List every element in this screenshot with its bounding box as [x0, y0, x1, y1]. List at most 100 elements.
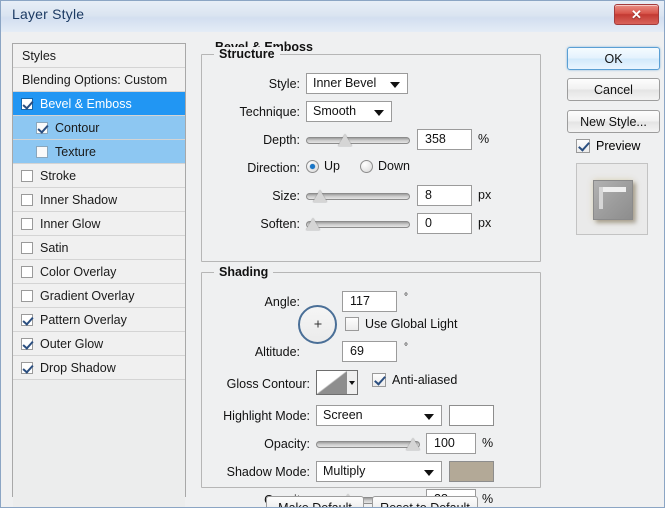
- direction-down-label: Down: [378, 159, 410, 173]
- direction-label: Direction:: [247, 161, 300, 175]
- sidebar-item-label: Gradient Overlay: [40, 288, 135, 303]
- sidebar-item-label: Inner Shadow: [40, 192, 118, 207]
- slider-thumb[interactable]: [306, 218, 320, 230]
- gloss-contour-swatch[interactable]: [316, 370, 358, 395]
- angle-label: Angle:: [264, 295, 300, 309]
- sidebar-item-inner-glow[interactable]: Inner Glow: [13, 212, 185, 236]
- checkbox-icon[interactable]: [21, 193, 33, 206]
- sidebar-item-label: Pattern Overlay: [40, 312, 127, 327]
- checkbox-checked-icon[interactable]: [21, 97, 33, 110]
- structure-group: Structure Style: Inner Bevel Technique: …: [201, 47, 541, 262]
- title-bar: Layer Style ✕: [1, 1, 664, 32]
- checkbox-checked-icon[interactable]: [21, 313, 33, 326]
- page-title: Layer Style: [12, 6, 85, 22]
- angle-input[interactable]: 117: [342, 291, 397, 312]
- styles-list-empty-area: [13, 380, 185, 507]
- checkbox-checked-icon[interactable]: [36, 121, 48, 134]
- checkbox-icon[interactable]: [21, 289, 33, 302]
- sidebar-item-texture[interactable]: Texture: [13, 140, 185, 164]
- sidebar-item-label: Inner Glow: [40, 216, 101, 231]
- chevron-down-icon: [349, 380, 355, 385]
- highlight-opacity-slider[interactable]: [316, 436, 420, 452]
- contour-dropdown-button[interactable]: [347, 371, 357, 394]
- slider-thumb[interactable]: [313, 190, 328, 202]
- direction-down-radio[interactable]: Down: [360, 159, 410, 173]
- checkbox-checked-icon: [372, 373, 386, 387]
- chevron-down-icon: [424, 414, 434, 420]
- shadow-mode-value: Multiply: [323, 464, 366, 478]
- sidebar-item-label: Stroke: [40, 168, 77, 183]
- cancel-button[interactable]: Cancel: [567, 78, 660, 101]
- checkbox-icon[interactable]: [21, 241, 33, 254]
- chevron-down-icon: [424, 470, 434, 476]
- sidebar-item-blending-options[interactable]: Blending Options: Custom: [13, 68, 185, 92]
- style-dropdown[interactable]: Inner Bevel: [306, 73, 408, 94]
- use-global-light-label: Use Global Light: [365, 317, 458, 331]
- layer-style-dialog: Layer Style ✕ Styles Blending Options: C…: [0, 0, 665, 508]
- checkbox-checked-icon[interactable]: [21, 361, 33, 374]
- close-button[interactable]: ✕: [614, 4, 659, 25]
- anti-aliased-checkbox[interactable]: Anti-aliased: [372, 373, 457, 387]
- sidebar-item-stroke[interactable]: Stroke: [13, 164, 185, 188]
- reset-to-default-button[interactable]: Reset to Default: [372, 496, 478, 507]
- checkbox-icon[interactable]: [21, 265, 33, 278]
- style-dropdown-value: Inner Bevel: [313, 76, 377, 90]
- sidebar-item-contour[interactable]: Contour: [13, 116, 185, 140]
- sidebar-item-pattern-overlay[interactable]: Pattern Overlay: [13, 308, 185, 332]
- slider-thumb[interactable]: [337, 134, 352, 146]
- checkbox-icon: [345, 317, 359, 331]
- sidebar-item-satin[interactable]: Satin: [13, 236, 185, 260]
- preview-label: Preview: [596, 139, 641, 153]
- radio-on-icon: [306, 159, 319, 173]
- sidebar-item-gradient-overlay[interactable]: Gradient Overlay: [13, 284, 185, 308]
- highlight-opacity-unit: %: [482, 436, 494, 450]
- highlight-mode-dropdown[interactable]: Screen: [316, 405, 442, 426]
- structure-legend: Structure: [214, 47, 280, 61]
- size-slider[interactable]: [306, 188, 410, 204]
- soften-slider[interactable]: [306, 216, 410, 232]
- checkbox-icon[interactable]: [36, 145, 48, 158]
- gloss-contour-label: Gloss Contour:: [226, 377, 310, 391]
- sidebar-item-label: Texture: [55, 144, 96, 159]
- angle-dial[interactable]: [298, 305, 337, 344]
- style-label: Style:: [268, 77, 300, 91]
- sidebar-item-label: Drop Shadow: [40, 360, 116, 375]
- soften-label: Soften:: [260, 217, 300, 231]
- checkbox-icon[interactable]: [21, 217, 33, 230]
- altitude-input[interactable]: 69: [342, 341, 397, 362]
- direction-up-radio[interactable]: Up: [306, 159, 340, 173]
- make-default-button[interactable]: Make Default: [266, 496, 364, 507]
- highlight-color-swatch[interactable]: [449, 405, 494, 426]
- preview-thumbnail: [576, 163, 648, 235]
- highlight-mode-value: Screen: [323, 408, 363, 422]
- highlight-opacity-input[interactable]: 100: [426, 433, 476, 454]
- sidebar-item-drop-shadow[interactable]: Drop Shadow: [13, 356, 185, 380]
- size-input[interactable]: 8: [417, 185, 472, 206]
- styles-header[interactable]: Styles: [13, 44, 185, 68]
- direction-up-label: Up: [324, 159, 340, 173]
- technique-dropdown[interactable]: Smooth: [306, 101, 392, 122]
- depth-slider[interactable]: [306, 132, 410, 148]
- shadow-mode-dropdown[interactable]: Multiply: [316, 461, 442, 482]
- size-label: Size:: [272, 189, 300, 203]
- soften-input[interactable]: 0: [417, 213, 472, 234]
- sidebar-item-bevel-emboss[interactable]: Bevel & Emboss: [13, 92, 185, 116]
- slider-thumb[interactable]: [406, 438, 420, 450]
- shadow-mode-label: Shadow Mode:: [226, 465, 310, 479]
- preview-checkbox[interactable]: Preview: [576, 139, 640, 153]
- depth-input[interactable]: 358: [417, 129, 472, 150]
- sidebar-item-inner-shadow[interactable]: Inner Shadow: [13, 188, 185, 212]
- new-style-button[interactable]: New Style...: [567, 110, 660, 133]
- checkbox-icon[interactable]: [21, 169, 33, 182]
- ok-button[interactable]: OK: [567, 47, 660, 70]
- sidebar-item-color-overlay[interactable]: Color Overlay: [13, 260, 185, 284]
- sidebar-item-outer-glow[interactable]: Outer Glow: [13, 332, 185, 356]
- shadow-color-swatch[interactable]: [449, 461, 494, 482]
- highlight-mode-label: Highlight Mode:: [223, 409, 310, 423]
- size-unit: px: [478, 188, 492, 202]
- checkbox-checked-icon[interactable]: [21, 337, 33, 350]
- slider-track: [306, 137, 410, 144]
- use-global-light-checkbox[interactable]: Use Global Light: [345, 317, 457, 331]
- right-panel: OK Cancel New Style... Preview: [553, 36, 661, 499]
- sidebar-item-label: Color Overlay: [40, 264, 117, 279]
